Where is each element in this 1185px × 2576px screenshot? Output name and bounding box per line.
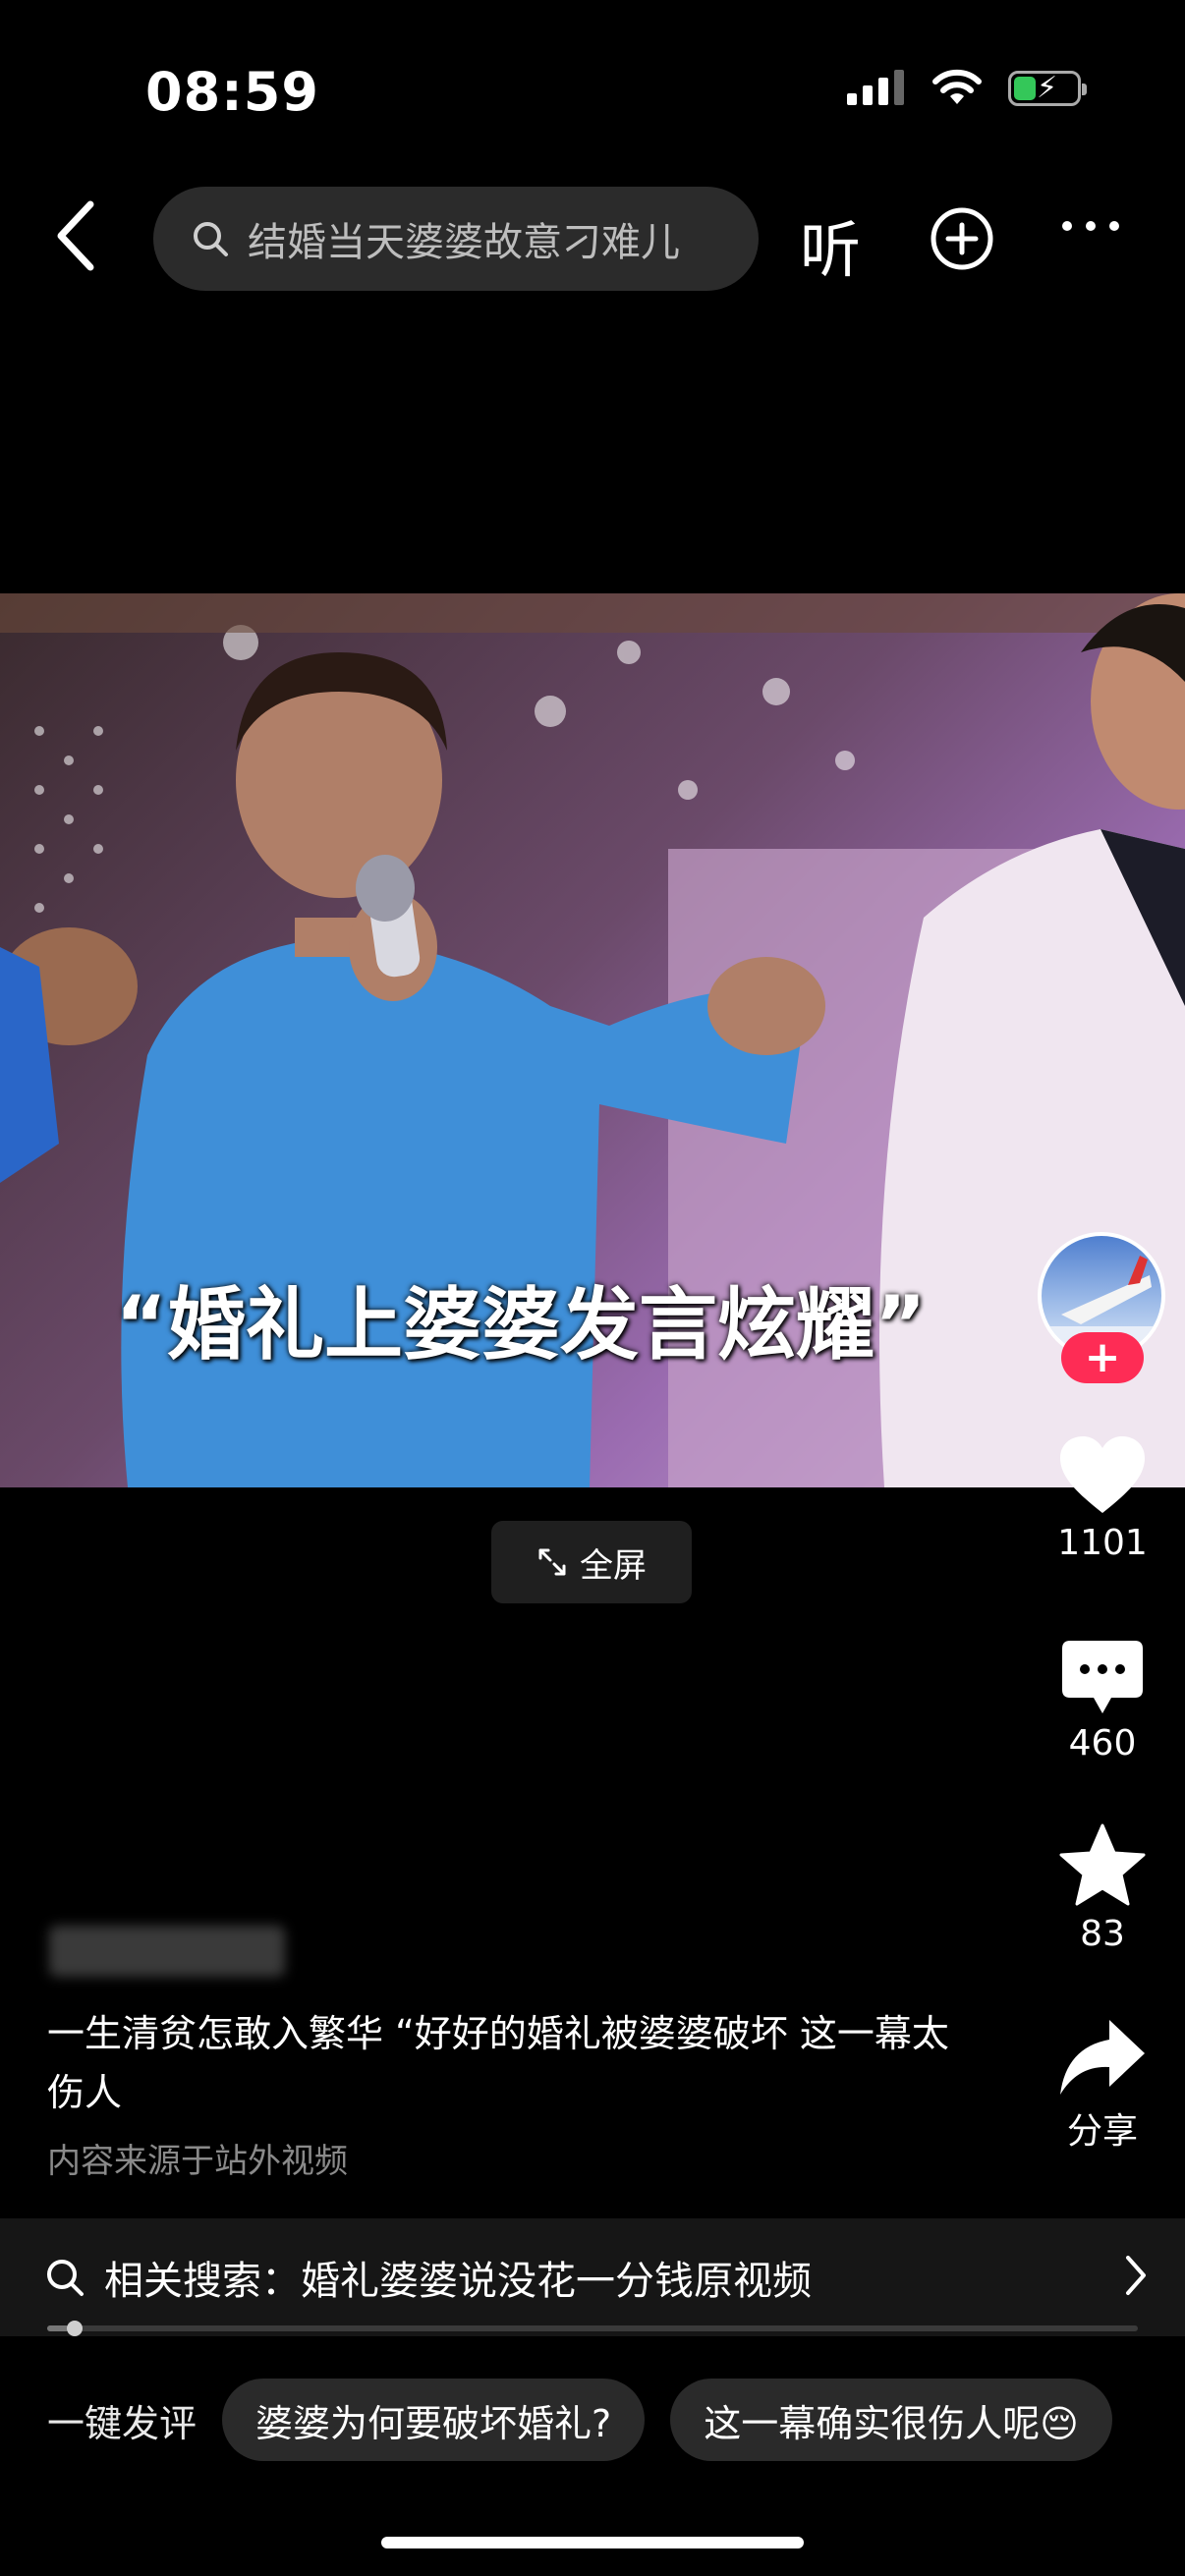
like-count: 1101 bbox=[1057, 1523, 1148, 1563]
content-source-note: 内容来源于站外视频 bbox=[47, 2142, 348, 2181]
status-icons: ⚡ bbox=[845, 69, 1087, 108]
share-arrow-icon bbox=[1060, 2020, 1145, 2095]
quick-comment-row: 一键发评 婆婆为何要破坏婚礼? 这一幕确实很伤人呢😔 bbox=[0, 2370, 1185, 2470]
related-search-bar[interactable]: 相关搜索： 婚礼婆婆说没花一分钱原视频 bbox=[0, 2218, 1185, 2336]
quick-comment-chip[interactable]: 这一幕确实很伤人呢😔 bbox=[670, 2379, 1112, 2461]
follow-button[interactable]: + bbox=[1061, 1332, 1144, 1383]
search-icon bbox=[47, 2260, 84, 2296]
comment-count: 460 bbox=[1068, 1723, 1137, 1764]
video-progress-bar[interactable] bbox=[47, 2321, 1138, 2336]
add-button[interactable] bbox=[930, 206, 994, 275]
back-button[interactable] bbox=[51, 196, 110, 275]
related-search-query: 婚礼婆婆说没花一分钱原视频 bbox=[301, 2259, 812, 2304]
more-dots-icon bbox=[1062, 221, 1119, 231]
search-query-text: 结婚当天婆婆故意刁难儿 bbox=[248, 220, 680, 265]
back-chevron-icon bbox=[57, 200, 94, 271]
author-name-blurred[interactable] bbox=[49, 1926, 285, 1977]
battery-icon: ⚡ bbox=[1008, 71, 1087, 106]
share-button[interactable]: 分享 bbox=[1042, 2018, 1163, 2154]
expand-icon bbox=[538, 1548, 566, 1576]
comment-bubble-icon bbox=[1062, 1641, 1143, 1713]
listen-button[interactable]: 听 bbox=[800, 200, 861, 289]
comment-button[interactable]: 460 bbox=[1042, 1639, 1163, 1764]
chevron-right-icon bbox=[1126, 2256, 1146, 2295]
status-time: 08:59 bbox=[145, 61, 319, 123]
related-search-label: 相关搜索： bbox=[104, 2259, 301, 2304]
search-bar[interactable]: 结婚当天婆婆故意刁难儿 bbox=[153, 187, 759, 291]
more-button[interactable] bbox=[1059, 218, 1122, 238]
plus-circle-icon bbox=[931, 207, 993, 270]
video-description: 一生清贫怎敢入繁华 “好好的婚礼被婆婆破坏 这一幕太伤人 bbox=[47, 2012, 949, 2114]
quick-comment-label: 一键发评 bbox=[47, 2401, 198, 2445]
search-icon bbox=[194, 222, 228, 256]
video-player[interactable]: “婚礼上婆婆发言炫耀” bbox=[0, 593, 1185, 1487]
quick-comment-chip[interactable]: 婆婆为何要破坏婚礼? bbox=[222, 2379, 646, 2461]
wifi-icon bbox=[932, 69, 982, 104]
star-icon bbox=[1059, 1823, 1146, 1906]
fullscreen-button[interactable]: 全屏 bbox=[491, 1521, 692, 1603]
home-indicator[interactable] bbox=[381, 2537, 804, 2548]
like-button[interactable]: 1101 bbox=[1042, 1434, 1163, 1563]
favorite-count: 83 bbox=[1080, 1914, 1125, 1954]
video-subtitle: “婚礼上婆婆发言炫耀” bbox=[115, 1279, 927, 1371]
favorite-button[interactable]: 83 bbox=[1042, 1823, 1163, 1954]
cellular-signal-icon bbox=[847, 70, 904, 105]
heart-icon bbox=[1060, 1436, 1145, 1513]
share-label: 分享 bbox=[1066, 2111, 1138, 2152]
fullscreen-label: 全屏 bbox=[580, 1545, 647, 1586]
video-progress-fill bbox=[47, 2325, 70, 2331]
